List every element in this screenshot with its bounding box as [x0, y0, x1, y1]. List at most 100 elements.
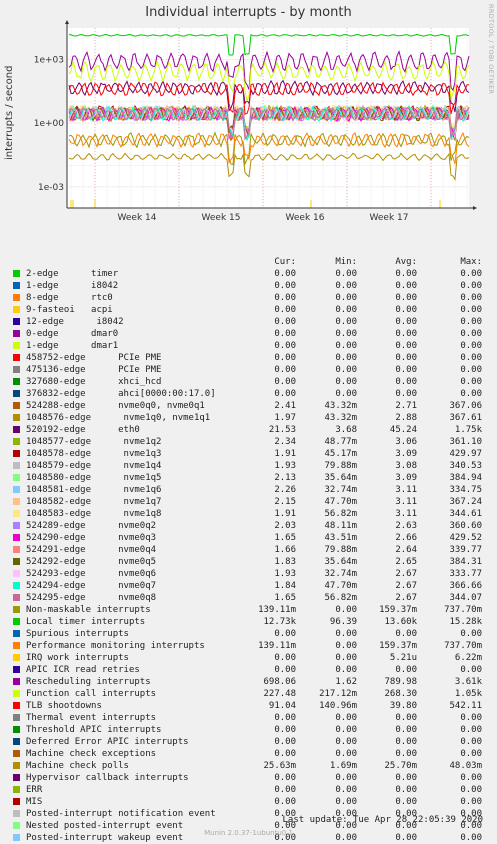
legend-min-value: 0.00 — [335, 305, 357, 315]
legend-swatch — [13, 582, 20, 589]
legend-min-value: 48.77m — [324, 437, 357, 447]
legend-max-value: 737.70m — [444, 641, 482, 651]
x-tick-label: Week 16 — [286, 213, 325, 223]
legend-min-value: 3.68 — [335, 425, 357, 435]
legend-swatch — [13, 462, 20, 469]
legend-avg-value: 2.67 — [395, 569, 417, 579]
legend-series-name: 524289-edge nvme0q2 — [26, 521, 157, 531]
legend-avg-value: 0.00 — [395, 353, 417, 363]
legend-swatch — [13, 522, 20, 529]
legend-max-value: 542.11 — [449, 701, 482, 711]
legend-row: 1048578-edge nvme1q3 1.91 45.17m 3.09 429.97 — [0, 448, 497, 460]
y-axis-arrow — [65, 20, 69, 24]
legend-cur-value: 91.04 — [268, 701, 296, 711]
legend-max-value: 367.06 — [449, 401, 482, 411]
legend-cur-value: 139.11m — [258, 605, 296, 615]
legend-row: Spurious interrupts 0.00 0.00 0.00 0.00 — [0, 628, 497, 640]
legend-min-value: 217.12m — [319, 689, 357, 699]
legend-series-name: 524292-edge nvme0q5 — [26, 557, 157, 567]
legend-min-value: 0.00 — [335, 341, 357, 351]
legend-cur-value: 1.66 — [274, 545, 296, 555]
legend-avg-value: 2.66 — [395, 533, 417, 543]
legend-min-value: 79.88m — [324, 461, 357, 471]
legend-avg-value: 2.67 — [395, 593, 417, 603]
legend-row: 1048577-edge nvme1q2 2.34 48.77m 3.06 361.10 — [0, 436, 497, 448]
legend-swatch — [13, 534, 20, 541]
legend-row: 12-edge i8042 0.00 0.00 0.00 0.00 — [0, 316, 497, 328]
legend-avg-value: 0.00 — [395, 269, 417, 279]
legend-swatch — [13, 774, 20, 781]
legend-series-name: TLB shootdowns — [26, 701, 102, 711]
legend-max-value: 737.70m — [444, 605, 482, 615]
legend-min-value: 0.00 — [335, 737, 357, 747]
legend-avg-value: 39.80 — [389, 701, 417, 711]
legend-series-name: IRQ work interrupts — [26, 653, 129, 663]
legend-series-name: MIS — [26, 797, 43, 807]
legend-cur-value: 25.63m — [263, 761, 296, 771]
legend-swatch — [13, 294, 20, 301]
legend-avg-value: 159.37m — [379, 605, 417, 615]
legend-min-value: 0.00 — [335, 653, 357, 663]
legend-series-name: 524293-edge nvme0q6 — [26, 569, 157, 579]
legend-max-value: 0.00 — [460, 341, 482, 351]
legend-series-name: Function call interrupts — [26, 689, 157, 699]
legend-max-value: 0.00 — [460, 665, 482, 675]
legend-series-name: 8-edge rtc0 — [26, 293, 113, 303]
legend-min-value: 0.00 — [335, 281, 357, 291]
legend-min-value: 35.64m — [324, 557, 357, 567]
legend-avg-value: 2.67 — [395, 581, 417, 591]
legend-min-value: 56.82m — [324, 593, 357, 603]
legend-series-name: Non-maskable interrupts — [26, 605, 151, 615]
legend-row: Rescheduling interrupts 698.06 1.62 789.98 3… — [0, 676, 497, 688]
legend-max-value: 0.00 — [460, 365, 482, 375]
legend-row: 0-edge dmar0 0.00 0.00 0.00 0.00 — [0, 328, 497, 340]
legend-cur-value: 0.00 — [274, 329, 296, 339]
legend-min-value: 0.00 — [335, 773, 357, 783]
legend-min-value: 140.96m — [319, 701, 357, 711]
legend-cur-value: 0.00 — [274, 293, 296, 303]
legend-cur-value: 139.11m — [258, 641, 296, 651]
legend-swatch — [13, 570, 20, 577]
legend-row: 376832-edge ahci[0000:00:17.0] 0.00 0.00 0.… — [0, 388, 497, 400]
legend-series-name: Deferred Error APIC interrupts — [26, 737, 189, 747]
legend-avg-value: 0.00 — [395, 341, 417, 351]
legend-avg-value: 0.00 — [395, 773, 417, 783]
legend-swatch — [13, 714, 20, 721]
legend-avg-value: 3.08 — [395, 461, 417, 471]
legend-avg-value: 3.09 — [395, 473, 417, 483]
legend-swatch — [13, 678, 20, 685]
legend-cur-value: 0.00 — [274, 305, 296, 315]
legend-cur-value: 1.91 — [274, 449, 296, 459]
legend-row: Function call interrupts 227.48 217.12m 268… — [0, 688, 497, 700]
legend-swatch — [13, 690, 20, 697]
legend-cur-value: 0.00 — [274, 341, 296, 351]
legend-swatch — [13, 474, 20, 481]
legend-min-value: 0.00 — [335, 629, 357, 639]
legend-max-value: 0.00 — [460, 377, 482, 387]
legend-min-value: 45.17m — [324, 449, 357, 459]
legend-row: 524289-edge nvme0q2 2.03 48.11m 2.63 360.60 — [0, 520, 497, 532]
legend-min-value: 0.00 — [335, 269, 357, 279]
legend-cur-value: 0.00 — [274, 713, 296, 723]
legend-series-name: Thermal event interrupts — [26, 713, 157, 723]
legend-min-value: 0.00 — [335, 749, 357, 759]
legend-cur-value: 0.00 — [274, 773, 296, 783]
legend-max-value: 0.00 — [460, 353, 482, 363]
legend-min-value: 79.88m — [324, 545, 357, 555]
legend-row: 524292-edge nvme0q5 1.83 35.64m 2.65 384.31 — [0, 556, 497, 568]
legend-series-name: 1048582-edge nvme1q7 — [26, 497, 162, 507]
legend-series-name: 1048581-edge nvme1q6 — [26, 485, 162, 495]
legend-max-value: 3.61k — [454, 677, 482, 687]
legend-swatch — [13, 438, 20, 445]
legend-row: Non-maskable interrupts 139.11m 0.00 159.37… — [0, 604, 497, 616]
legend-swatch — [13, 354, 20, 361]
legend-swatch — [13, 450, 20, 457]
legend-min-value: 0.00 — [335, 605, 357, 615]
legend-max-value: 0.00 — [460, 797, 482, 807]
legend-swatch — [13, 618, 20, 625]
y-tick-label: 1e+03 — [34, 55, 64, 65]
legend-swatch — [13, 366, 20, 373]
legend-row: 1048581-edge nvme1q6 2.26 32.74m 3.11 334.75 — [0, 484, 497, 496]
legend-avg-value: 0.00 — [395, 389, 417, 399]
legend-max-value: 344.61 — [449, 509, 482, 519]
